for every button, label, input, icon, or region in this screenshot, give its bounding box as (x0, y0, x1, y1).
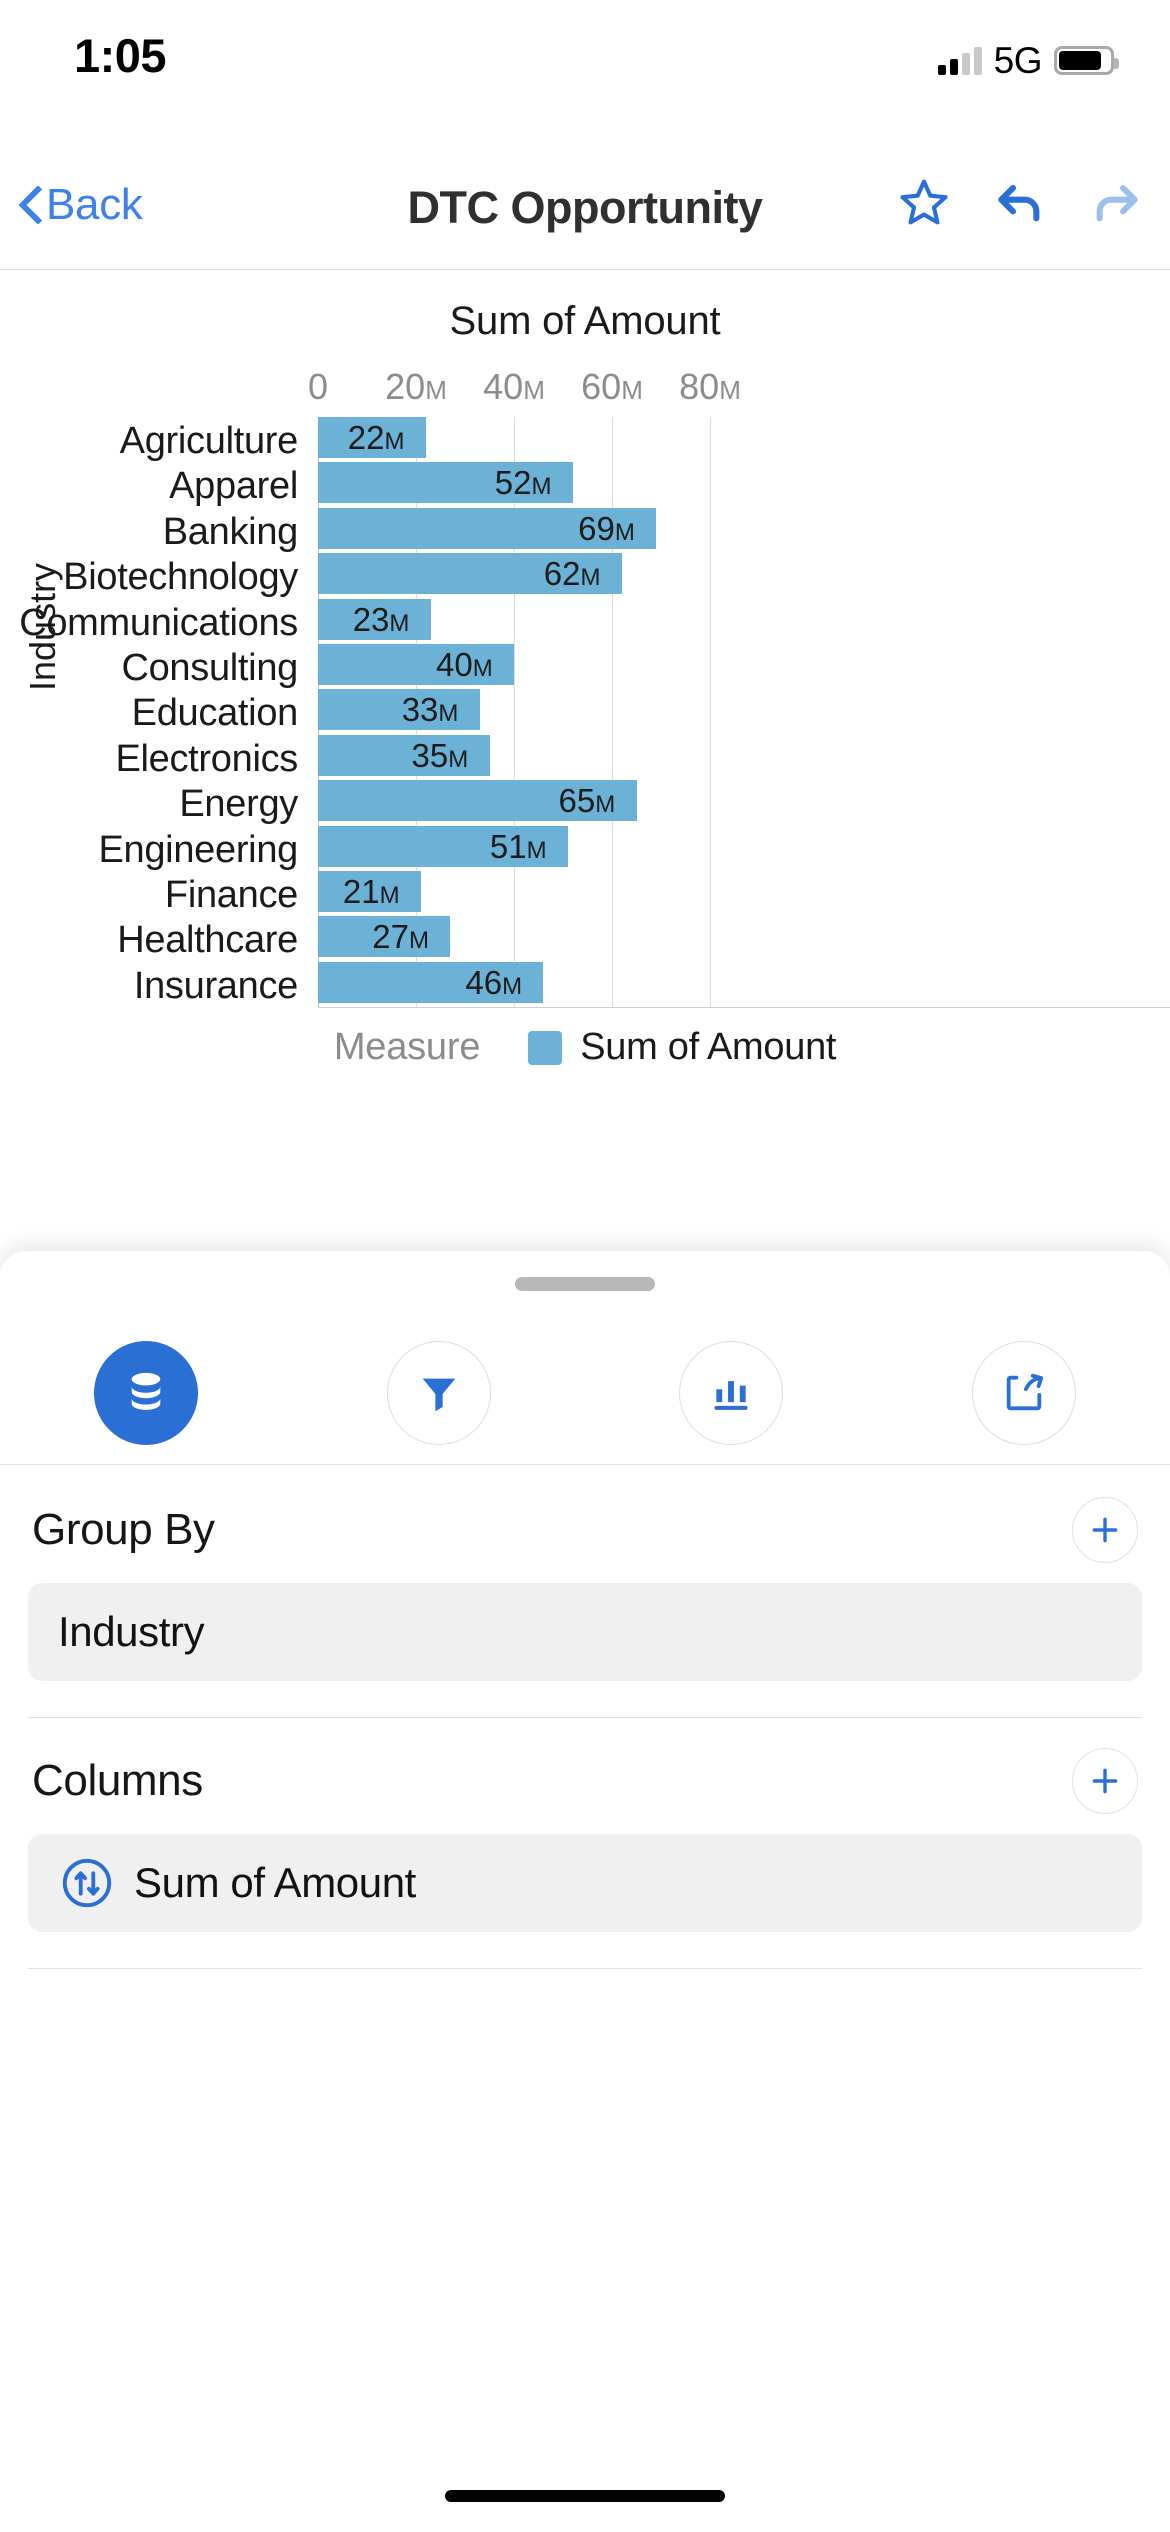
x-axis-ticks: 0 20M 40M 60M 80M (0, 366, 1170, 414)
battery-icon (1054, 46, 1119, 75)
favorite-icon[interactable] (896, 174, 952, 230)
status-bar: 1:05 5G (0, 0, 1170, 130)
undo-icon[interactable] (992, 174, 1048, 230)
category-label: Banking (162, 510, 299, 553)
column-item[interactable]: Sum of Amount (28, 1834, 1142, 1932)
chart-bar-row[interactable]: Engineering 51M (0, 825, 1170, 871)
chart-bar-row[interactable]: Biotechnology 62M (0, 553, 1170, 598)
section-divider (28, 1717, 1142, 1718)
chart-bar-row[interactable]: Agriculture 22M (0, 417, 1170, 462)
bar-value-label: 62M (543, 555, 601, 593)
status-time: 1:05 (74, 29, 167, 82)
phone-screen: 1:05 5G Back DTC Opportunity Sum of Amou… (0, 0, 1170, 2532)
sheet-grabber[interactable] (515, 1277, 655, 1291)
chart-icon[interactable] (679, 1340, 784, 1445)
status-indicators: 5G (937, 40, 1119, 81)
bar-value-label: 51M (489, 827, 547, 865)
chart-bar-row[interactable]: Insurance 46M (0, 961, 1170, 1007)
navigation-bar: Back DTC Opportunity (0, 130, 1170, 270)
chart-bar-row[interactable]: Healthcare 27M (0, 916, 1170, 961)
y-axis-title: Industry (22, 562, 63, 691)
section-header: Columns (32, 1746, 1138, 1816)
chart-bar-row[interactable]: Consulting 40M (0, 644, 1170, 689)
x-tick-label: 20M (385, 366, 447, 407)
share-icon[interactable] (971, 1340, 1076, 1445)
bar-value-label: 65M (558, 782, 616, 820)
bar-value-label: 22M (347, 419, 405, 456)
bar-value-label: 23M (352, 600, 410, 638)
chart-container[interactable]: Sum of Amount 0 20M 40M 60M 80M Agriculture 2… (0, 271, 1170, 1291)
legend-swatch (528, 1030, 563, 1065)
group-by-item[interactable]: Industry (28, 1583, 1142, 1681)
nav-actions (896, 174, 1144, 230)
bar-value-label: 35M (411, 736, 469, 774)
bar-value-label: 46M (465, 963, 523, 1001)
chart-legend: Measure Sum of Amount (0, 1026, 1170, 1069)
x-tick-label: 0 (307, 366, 329, 407)
filter-icon[interactable] (386, 1340, 491, 1445)
bar-value-label: 33M (401, 691, 459, 729)
section-title: Columns (32, 1756, 203, 1805)
category-label: Insurance (133, 964, 298, 1007)
plot-area: Agriculture 22M Apparel 52M Banking 69M Biotec… (0, 417, 1170, 1007)
sort-arrows-icon (58, 1854, 116, 1912)
bar-value-label: 27M (372, 918, 430, 956)
group-by-item-label: Industry (58, 1608, 205, 1655)
data-icon[interactable] (94, 1340, 199, 1445)
chart-bar-row[interactable]: Electronics 35M (0, 734, 1170, 780)
chart-title: Sum of Amount (449, 299, 721, 343)
column-item-label: Sum of Amount (134, 1859, 416, 1906)
category-label: Apparel (169, 465, 298, 508)
axis-baseline (318, 1007, 1170, 1008)
redo-icon[interactable] (1088, 174, 1144, 230)
signal-strength-icon (937, 46, 982, 75)
category-label: Agriculture (119, 420, 299, 462)
add-group-by-button[interactable] (1072, 1497, 1138, 1563)
bar-value-label: 52M (494, 464, 552, 502)
category-label: Consulting (121, 647, 298, 689)
chart-bar-row[interactable]: Apparel 52M (0, 462, 1170, 507)
bar-value-label: 40M (436, 646, 493, 683)
chart-bar-row[interactable]: Banking 69M (0, 507, 1170, 553)
x-tick-label: 60M (581, 366, 643, 407)
sheet-toolbar (0, 1321, 1170, 1465)
x-tick-label: 80M (679, 366, 741, 407)
network-type-label: 5G (993, 40, 1043, 81)
legend-entry-label: Sum of Amount (580, 1026, 837, 1068)
x-tick-label: 40M (483, 366, 545, 407)
chart-bar-row[interactable]: Energy 65M (0, 780, 1170, 825)
category-label: Biotechnology (63, 556, 298, 599)
section-header: Group By (32, 1495, 1138, 1565)
category-label: Healthcare (117, 919, 298, 962)
section-divider (28, 1968, 1142, 1969)
legend-title: Measure (333, 1026, 481, 1068)
category-label: Education (131, 692, 299, 735)
chart-bar-row[interactable]: Communications 23M (0, 598, 1170, 644)
category-label: Engineering (98, 828, 298, 871)
bottom-sheet: Group By Industry Columns Sum of Amount (0, 1251, 1170, 2532)
chart-bar-row[interactable]: Education 33M (0, 689, 1170, 734)
category-label: Energy (179, 783, 298, 826)
home-indicator (445, 2490, 725, 2502)
add-column-button[interactable] (1072, 1748, 1138, 1814)
category-label: Electronics (115, 737, 298, 780)
chart-bar-row[interactable]: Finance 21M (0, 871, 1170, 916)
bar-value-label: 21M (342, 873, 400, 910)
bar-value-label: 69M (578, 509, 635, 547)
category-label: Finance (164, 874, 298, 916)
section-title: Group By (32, 1505, 215, 1554)
